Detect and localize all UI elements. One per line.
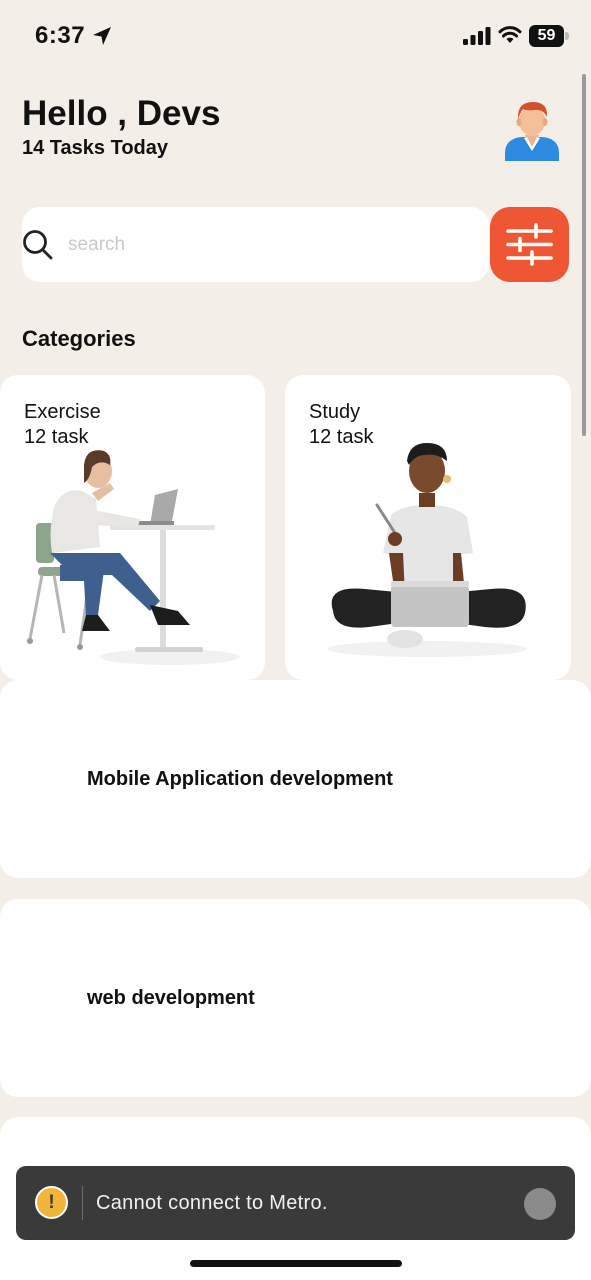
task-card[interactable]: Mobile Application development: [0, 680, 591, 878]
location-arrow-icon: [93, 27, 111, 45]
greeting-title: Hello , Devs: [22, 94, 221, 133]
app-screen: 6:37 59 Hello , Devs 14 Tasks Today sear…: [0, 0, 591, 1280]
status-bar: 6:37 59: [0, 0, 591, 72]
battery-cap: [565, 32, 569, 40]
battery-level: 59: [537, 27, 556, 44]
battery-indicator: 59: [529, 25, 569, 47]
toast-divider: [82, 1186, 83, 1220]
scroll-indicator[interactable]: [582, 74, 586, 436]
search-input[interactable]: [68, 225, 468, 265]
search-bar[interactable]: [22, 207, 489, 282]
man-with-laptop-illustration: [327, 443, 527, 657]
task-title: Mobile Application development: [87, 768, 393, 790]
toast-message: Cannot connect to Metro.: [96, 1192, 328, 1214]
category-name: Study: [309, 401, 361, 423]
sliders-icon: [506, 223, 553, 266]
filter-button[interactable]: [490, 207, 569, 282]
error-toast[interactable]: ! Cannot connect to Metro.: [16, 1166, 575, 1240]
woman-at-desk-illustration: [27, 450, 240, 665]
user-avatar-icon[interactable]: [503, 97, 561, 161]
cellular-signal-icon: [463, 27, 491, 45]
category-card-exercise[interactable]: Exercise 12 task: [0, 375, 265, 680]
home-indicator[interactable]: [190, 1260, 402, 1267]
status-time: 6:37: [35, 22, 86, 49]
category-name: Exercise: [24, 401, 101, 423]
category-card-study[interactable]: Study 12 task: [285, 375, 571, 680]
search-icon[interactable]: [22, 229, 54, 261]
tasks-today-subtitle: 14 Tasks Today: [22, 137, 168, 159]
warning-icon: !: [35, 1186, 68, 1219]
toast-dismiss-button[interactable]: [524, 1188, 556, 1220]
task-card[interactable]: web development: [0, 899, 591, 1097]
wifi-icon: [498, 26, 522, 43]
task-title: web development: [87, 987, 255, 1009]
categories-heading: Categories: [22, 326, 136, 351]
